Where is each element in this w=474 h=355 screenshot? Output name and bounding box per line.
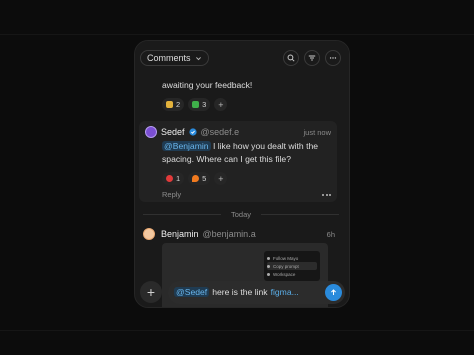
search-button[interactable] [283, 50, 299, 66]
timestamp: just now [303, 127, 331, 137]
more-button[interactable] [325, 50, 341, 66]
more-options-icon[interactable] [322, 193, 331, 196]
author-name: Sedef [161, 127, 185, 137]
author-name: Benjamin [161, 229, 199, 239]
date-divider: Today [143, 209, 340, 219]
comment-item: awaiting your feedback! 2 3 + [162, 79, 342, 111]
author-handle: @sedef.e [200, 127, 240, 137]
reaction-count: 1 [176, 174, 181, 183]
check-mark-emoji-icon [192, 101, 200, 108]
timestamp: 6h [326, 229, 335, 239]
reaction-list: 2 3 + [162, 98, 342, 111]
comment-item: Benjamin @benjamin.a 6h [143, 228, 335, 240]
author-handle: @benjamin.a [202, 229, 256, 239]
comment-text: awaiting your feedback! [162, 80, 253, 90]
verified-badge-icon [188, 128, 197, 136]
avatar[interactable] [143, 228, 155, 240]
reaction-count: 3 [202, 100, 207, 109]
reaction-list: 1 5 + [162, 172, 331, 185]
avatar[interactable] [145, 126, 157, 138]
input-text: here is the link [212, 287, 268, 297]
reaction-chip[interactable]: 3 [188, 98, 211, 111]
comments-panel: Comments awaiting your feedback! 2 3 + S… [134, 40, 350, 308]
mention-tag[interactable]: @Benjamin [162, 141, 211, 151]
message-input[interactable]: @Sedef here is the link figma... [168, 280, 345, 304]
send-button[interactable] [325, 283, 342, 301]
raised-hand-emoji-icon [166, 101, 173, 108]
comment-text: @Benjamin I like how you dealt with the … [162, 140, 331, 166]
add-reaction-button[interactable]: + [214, 98, 228, 111]
reaction-count: 2 [176, 100, 181, 109]
date-divider-label: Today [231, 209, 252, 219]
mention-tag[interactable]: @Sedef [174, 287, 210, 297]
arrow-up-icon [331, 288, 336, 295]
reaction-chip[interactable]: 2 [162, 98, 185, 111]
search-icon [287, 54, 295, 62]
add-reaction-button[interactable]: + [214, 172, 228, 185]
more-icon [329, 57, 337, 59]
reaction-chip[interactable]: 5 [188, 172, 211, 185]
panel-header: Comments [135, 41, 349, 75]
comments-dropdown-label: Comments [147, 53, 191, 63]
fire-emoji-icon [192, 175, 200, 182]
chevron-down-icon [195, 56, 201, 60]
reaction-chip[interactable]: 1 [162, 172, 185, 185]
input-link[interactable]: figma... [271, 287, 299, 297]
preview-menu-item: Follow Mayo [267, 254, 317, 262]
heart-emoji-icon [166, 175, 173, 182]
reaction-count: 5 [202, 174, 207, 183]
reply-button[interactable]: Reply [162, 190, 181, 199]
composer: + @Sedef here is the link figma... [135, 275, 349, 307]
preview-menu-item: Copy prompt [267, 262, 317, 270]
filter-button[interactable] [304, 50, 320, 66]
filter-icon [308, 55, 316, 61]
highlighted-comment: Sedef @sedef.e just now @Benjamin I like… [139, 121, 337, 202]
comments-dropdown[interactable]: Comments [140, 50, 209, 66]
add-attachment-button[interactable]: + [140, 281, 162, 303]
